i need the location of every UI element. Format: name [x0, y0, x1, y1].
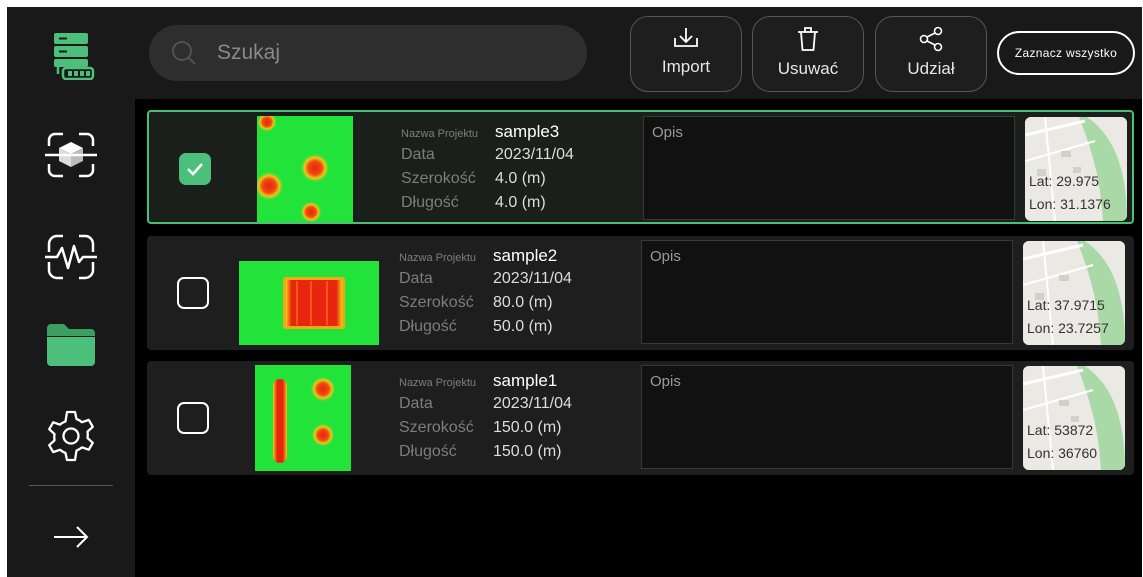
project-name-label: Nazwa Projektu	[401, 128, 479, 140]
search-box[interactable]	[149, 25, 587, 81]
longitude: Lon: 36760	[1027, 445, 1098, 461]
longitude: Lon: 31.1376	[1029, 196, 1111, 212]
date-label: Data	[401, 146, 435, 163]
sidebar	[7, 7, 135, 577]
length-label: Długość	[399, 318, 457, 335]
description-field[interactable]: Opis	[643, 116, 1015, 220]
latitude: Lat: 53872	[1027, 422, 1094, 438]
scan-3d-icon[interactable]	[7, 125, 135, 185]
project-meta: Nazwa Projektu sample2 Data 2023/11/04 Sze…	[399, 246, 629, 342]
project-length: 50.0 (m)	[493, 318, 553, 335]
search-input[interactable]	[217, 41, 577, 65]
width-label: Szerokość	[399, 294, 474, 311]
length-label: Długość	[399, 443, 457, 460]
length-label: Długość	[401, 194, 459, 211]
signal-scan-icon[interactable]	[7, 227, 135, 287]
location-map[interactable]: Lat: 53872 Lon: 36760	[1023, 366, 1125, 470]
heatmap-thumbnail	[257, 116, 353, 222]
project-row[interactable]: Nazwa Projektu sample2 Data 2023/11/04 Sze…	[147, 236, 1134, 350]
width-label: Szerokość	[401, 170, 476, 187]
trash-icon	[798, 27, 818, 51]
share-icon	[919, 26, 943, 52]
project-date: 2023/11/04	[495, 146, 574, 163]
delete-label: Usuwać	[777, 59, 839, 78]
delete-button[interactable]: Usuwać	[752, 16, 864, 92]
project-width: 4.0 (m)	[495, 170, 546, 187]
heatmap-thumbnail	[239, 261, 379, 345]
project-date: 2023/11/04	[493, 270, 572, 287]
share-button[interactable]: Udział	[875, 16, 987, 92]
project-name-label: Nazwa Projektu	[399, 252, 477, 264]
project-date: 2023/11/04	[493, 395, 572, 412]
row-checkbox[interactable]	[177, 402, 209, 434]
search-icon	[172, 41, 196, 65]
project-width: 80.0 (m)	[493, 294, 553, 311]
project-name: sample3	[495, 122, 560, 141]
project-name: sample2	[493, 246, 558, 265]
description-field[interactable]: Opis	[641, 365, 1013, 469]
project-meta: Nazwa Projektu sample1 Data 2023/11/04 Sze…	[399, 371, 629, 467]
latitude: Lat: 37.9715	[1027, 297, 1105, 313]
project-meta: Nazwa Projektu sample3 Data 2023/11/04 Sze…	[401, 122, 631, 218]
arrow-right-icon[interactable]	[7, 515, 135, 559]
longitude: Lon: 23.7257	[1027, 320, 1109, 336]
import-label: Import	[661, 57, 711, 76]
project-width: 150.0 (m)	[493, 419, 562, 436]
share-label: Udział	[907, 59, 955, 78]
location-map[interactable]: Lat: 29.975 Lon: 31.1376	[1025, 117, 1127, 221]
gear-icon[interactable]	[7, 405, 135, 467]
width-label: Szerokość	[399, 419, 474, 436]
project-name: sample1	[493, 371, 558, 390]
device-storage-icon[interactable]	[7, 25, 135, 85]
select-all-button[interactable]: Zaznacz wszystko	[997, 31, 1135, 75]
folder-icon[interactable]	[7, 315, 135, 375]
app-window: Import Usuwać Udział Zaznacz wszystko	[7, 7, 1142, 577]
checkmark-icon	[187, 163, 203, 176]
heatmap-thumbnail	[255, 365, 351, 471]
project-name-label: Nazwa Projektu	[399, 377, 477, 389]
date-label: Data	[399, 395, 433, 412]
import-button[interactable]: Import	[630, 16, 742, 92]
project-length: 4.0 (m)	[495, 194, 546, 211]
project-length: 150.0 (m)	[493, 443, 562, 460]
top-bar: Import Usuwać Udział Zaznacz wszystko	[135, 7, 1142, 99]
date-label: Data	[399, 270, 433, 287]
sidebar-divider	[29, 485, 113, 486]
project-row[interactable]: Nazwa Projektu sample3 Data 2023/11/04 Sze…	[147, 110, 1134, 224]
description-field[interactable]: Opis	[641, 240, 1013, 344]
location-map[interactable]: Lat: 37.9715 Lon: 23.7257	[1023, 241, 1125, 345]
row-checkbox[interactable]	[177, 277, 209, 309]
latitude: Lat: 29.975	[1029, 173, 1100, 189]
row-checkbox[interactable]	[179, 153, 211, 185]
project-row[interactable]: Nazwa Projektu sample1 Data 2023/11/04 Sze…	[147, 361, 1134, 475]
download-icon	[674, 28, 698, 47]
